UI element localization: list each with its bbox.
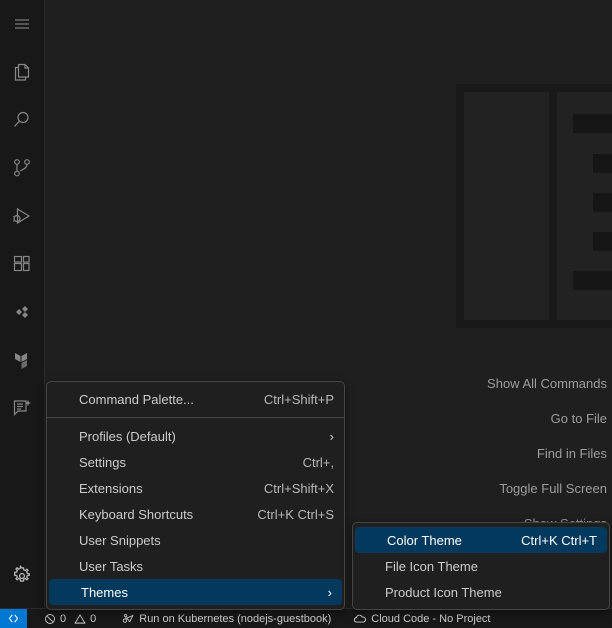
run-and-debug-icon bbox=[11, 205, 33, 227]
sidebar-item-terraform[interactable] bbox=[0, 336, 45, 384]
sidebar-item-extensions[interactable] bbox=[0, 240, 45, 288]
submenu-item-shortcut: Ctrl+K Ctrl+T bbox=[503, 533, 597, 548]
submenu-item-file-icon-theme[interactable]: File Icon Theme bbox=[353, 553, 609, 579]
menu-item-label: Keyboard Shortcuts bbox=[79, 507, 239, 522]
menu-item-user-snippets[interactable]: User Snippets bbox=[47, 527, 344, 553]
watermark-command-list: Show All Commands Go to File Find in Fil… bbox=[357, 366, 607, 541]
extensions-icon bbox=[11, 253, 33, 275]
gemini-chat-icon bbox=[11, 397, 33, 419]
remote-window-button[interactable] bbox=[0, 609, 27, 628]
menu-item-extensions[interactable]: Extensions Ctrl+Shift+X bbox=[47, 475, 344, 501]
error-count: 0 bbox=[60, 613, 70, 625]
kubernetes-run-icon bbox=[122, 612, 135, 625]
watermark-item-find-in-files[interactable]: Find in Files bbox=[357, 436, 607, 471]
submenu-item-label: File Icon Theme bbox=[385, 559, 599, 574]
terraform-icon bbox=[11, 349, 33, 371]
menu-item-shortcut: Ctrl+Shift+X bbox=[246, 481, 334, 496]
docker-icon bbox=[11, 301, 33, 323]
sidebar-item-run-and-debug[interactable] bbox=[0, 192, 45, 240]
gear-icon bbox=[11, 565, 33, 587]
menu-item-settings[interactable]: Settings Ctrl+, bbox=[47, 449, 344, 475]
manage-context-menu: Command Palette... Ctrl+Shift+P Profiles… bbox=[46, 381, 345, 610]
menu-item-label: Command Palette... bbox=[79, 392, 246, 407]
menu-item-keyboard-shortcuts[interactable]: Keyboard Shortcuts Ctrl+K Ctrl+S bbox=[47, 501, 344, 527]
placeholder-line bbox=[573, 114, 612, 133]
cloud-icon bbox=[353, 612, 367, 626]
cloud-code-label: Cloud Code - No Project bbox=[371, 613, 490, 625]
menu-item-shortcut: Ctrl+K Ctrl+S bbox=[239, 507, 334, 522]
submenu-item-color-theme[interactable]: Color Theme Ctrl+K Ctrl+T bbox=[355, 527, 607, 553]
menu-item-themes[interactable]: Themes › bbox=[49, 579, 342, 605]
status-problems[interactable]: 0 0 bbox=[37, 609, 107, 628]
submenu-item-label: Product Icon Theme bbox=[385, 585, 599, 600]
search-icon bbox=[11, 109, 33, 131]
themes-submenu: Color Theme Ctrl+K Ctrl+T File Icon Them… bbox=[352, 522, 610, 610]
status-cloud-code[interactable]: Cloud Code - No Project bbox=[346, 609, 497, 628]
placeholder-line bbox=[593, 154, 612, 173]
error-icon bbox=[44, 613, 56, 625]
sidebar-item-source-control[interactable] bbox=[0, 144, 45, 192]
menu-item-label: User Tasks bbox=[79, 559, 334, 574]
warning-count: 0 bbox=[90, 613, 100, 625]
placeholder-line bbox=[573, 271, 612, 290]
watermark-item-go-to-file[interactable]: Go to File bbox=[357, 401, 607, 436]
activity-bar bbox=[0, 0, 45, 608]
status-run-on-kubernetes[interactable]: Run on Kubernetes (nodejs-guestbook) bbox=[115, 609, 338, 628]
menu-item-label: Profiles (Default) bbox=[79, 429, 322, 444]
menu-item-label: Extensions bbox=[79, 481, 246, 496]
kubernetes-label: Run on Kubernetes (nodejs-guestbook) bbox=[139, 613, 331, 625]
menu-item-shortcut: Ctrl+Shift+P bbox=[246, 392, 334, 407]
placeholder-line bbox=[593, 232, 612, 251]
sidebar-item-gemini-code-assist[interactable] bbox=[0, 384, 45, 432]
menu-item-shortcut: Ctrl+, bbox=[285, 455, 334, 470]
files-explorer-icon bbox=[11, 61, 33, 83]
placeholder-sidebar-block bbox=[464, 92, 549, 320]
sidebar-item-explorer[interactable] bbox=[0, 48, 45, 96]
sidebar-item-search[interactable] bbox=[0, 96, 45, 144]
placeholder-content-block bbox=[557, 92, 612, 320]
menu-item-user-tasks[interactable]: User Tasks bbox=[47, 553, 344, 579]
hamburger-menu-icon[interactable] bbox=[0, 0, 45, 48]
vscode-window: Show All Commands Go to File Find in Fil… bbox=[0, 0, 612, 628]
menu-item-label: User Snippets bbox=[79, 533, 334, 548]
editor-placeholder-graphic bbox=[456, 84, 612, 328]
manage-settings-button[interactable] bbox=[0, 552, 45, 600]
menu-item-command-palette[interactable]: Command Palette... Ctrl+Shift+P bbox=[47, 386, 344, 412]
watermark-item-show-all-commands[interactable]: Show All Commands bbox=[357, 366, 607, 401]
sidebar-item-docker[interactable] bbox=[0, 288, 45, 336]
menu-item-label: Themes bbox=[81, 585, 320, 600]
remote-window-icon bbox=[7, 612, 20, 625]
watermark-item-toggle-full-screen[interactable]: Toggle Full Screen bbox=[357, 471, 607, 506]
warning-icon bbox=[74, 613, 86, 625]
submenu-item-product-icon-theme[interactable]: Product Icon Theme bbox=[353, 579, 609, 605]
menu-item-label: Settings bbox=[79, 455, 285, 470]
source-control-icon bbox=[11, 157, 33, 179]
placeholder-line bbox=[593, 193, 612, 212]
menu-separator bbox=[47, 417, 344, 418]
submenu-item-label: Color Theme bbox=[387, 533, 503, 548]
chevron-right-icon: › bbox=[320, 585, 332, 600]
status-bar: 0 0 Run on Kubernetes (nodejs-guestbook) bbox=[0, 608, 612, 628]
menu-item-profiles[interactable]: Profiles (Default) › bbox=[47, 423, 344, 449]
chevron-right-icon: › bbox=[322, 429, 334, 444]
